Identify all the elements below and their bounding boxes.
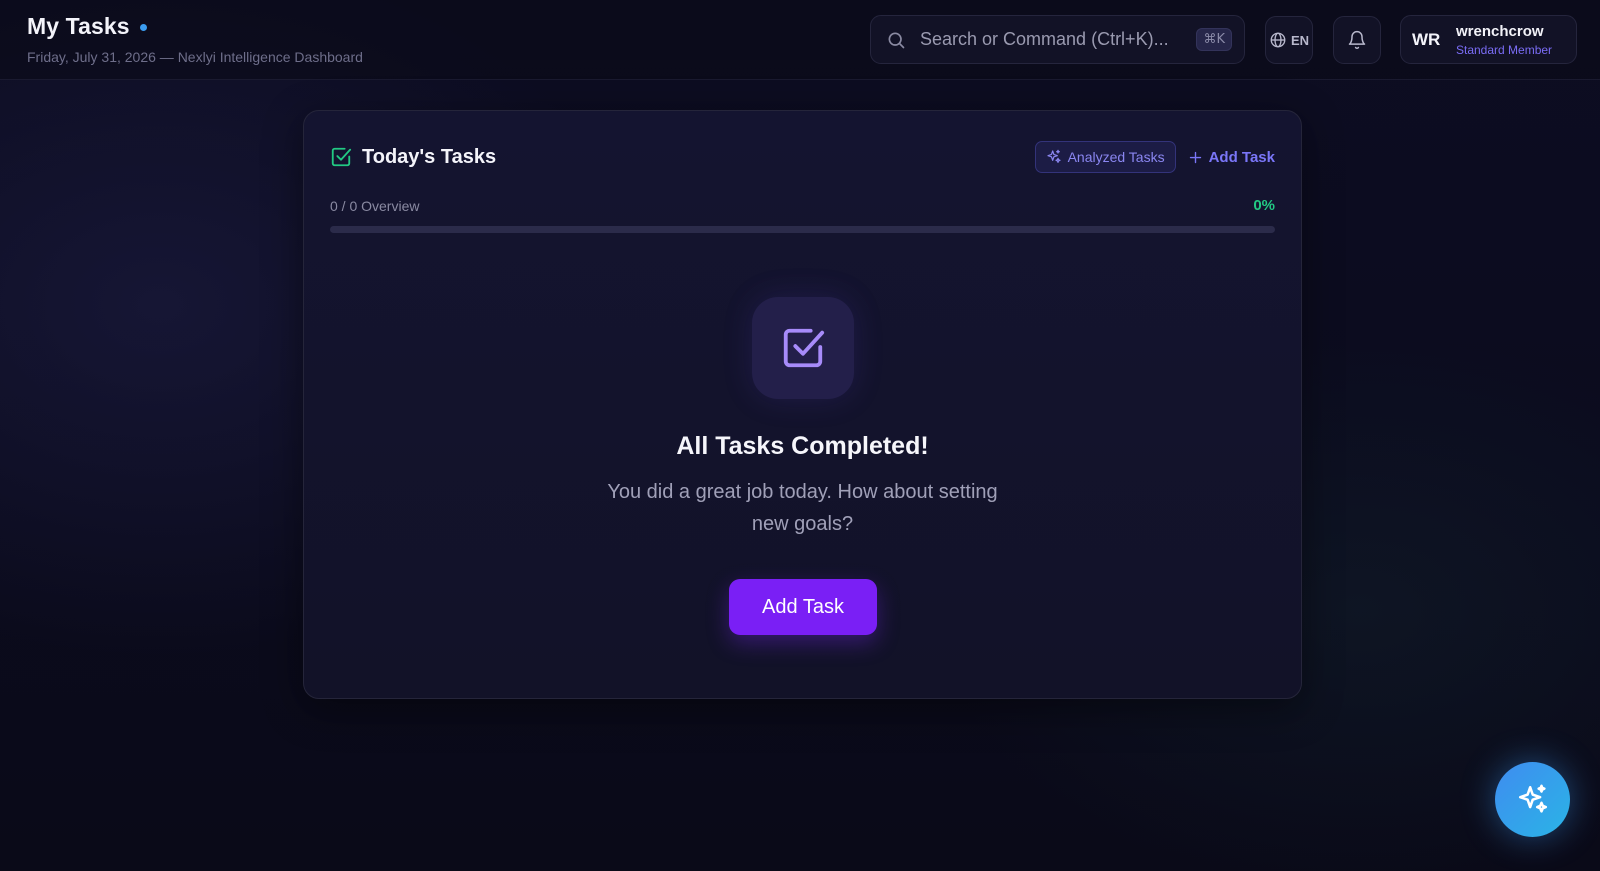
page-subtitle: Friday, July 31, 2026 — Nexlyi Intellige… — [27, 49, 363, 65]
page-title: My Tasks — [27, 13, 363, 40]
title-block: My Tasks Friday, July 31, 2026 — Nexlyi … — [27, 13, 363, 65]
language-label: EN — [1290, 32, 1310, 48]
progress-labels: 0 / 0 Overview 0% — [330, 197, 1275, 214]
card-header: Today's Tasks Analyzed Tasks Add Task — [330, 139, 1275, 175]
check-square-icon — [783, 328, 825, 368]
progress-bar — [330, 226, 1275, 233]
progress-percent: 0% — [1253, 197, 1275, 214]
bell-icon — [1348, 30, 1366, 50]
plus-icon — [1189, 151, 1201, 163]
top-bar: My Tasks Friday, July 31, 2026 — Nexlyi … — [0, 0, 1600, 80]
sparkles-icon — [1046, 149, 1061, 163]
language-button[interactable]: EN — [1265, 16, 1313, 64]
search-input[interactable] — [920, 29, 1189, 50]
user-menu[interactable]: WR wrenchcrow Standard Member — [1400, 15, 1577, 64]
add-task-button[interactable]: Add Task — [729, 579, 877, 635]
tasks-card: Today's Tasks Analyzed Tasks Add Task 0 … — [303, 110, 1302, 699]
analyzed-tasks-button[interactable]: Analyzed Tasks — [1034, 141, 1176, 173]
search-shortcut: ⌘K — [1196, 28, 1232, 51]
notifications-button[interactable] — [1333, 16, 1381, 64]
card-actions: Analyzed Tasks Add Task — [1034, 141, 1275, 173]
ai-assistant-button[interactable] — [1495, 762, 1570, 837]
page-title-text: My Tasks — [27, 13, 130, 39]
avatar: WR — [1412, 29, 1441, 49]
empty-state-title: All Tasks Completed! — [676, 432, 929, 460]
card-title: Today's Tasks — [362, 145, 497, 168]
search-box[interactable]: ⌘K — [870, 15, 1245, 64]
user-name: wrenchcrow — [1456, 22, 1544, 40]
globe-icon — [1270, 32, 1286, 48]
empty-state-message: You did a great job today. How about set… — [607, 481, 998, 535]
user-role: Standard Member — [1456, 42, 1553, 57]
add-task-link[interactable]: Add Task — [1188, 149, 1275, 166]
progress-text: 0 / 0 Overview — [330, 197, 420, 214]
add-task-link-label: Add Task — [1208, 148, 1275, 166]
user-info: wrenchcrow Standard Member — [1456, 23, 1552, 57]
sparkles-icon — [1518, 784, 1547, 813]
analyzed-tasks-label: Analyzed Tasks — [1067, 149, 1165, 165]
search-icon — [888, 32, 905, 48]
check-square-icon — [331, 147, 352, 167]
empty-state-icon — [752, 297, 854, 399]
status-dot — [139, 24, 147, 31]
